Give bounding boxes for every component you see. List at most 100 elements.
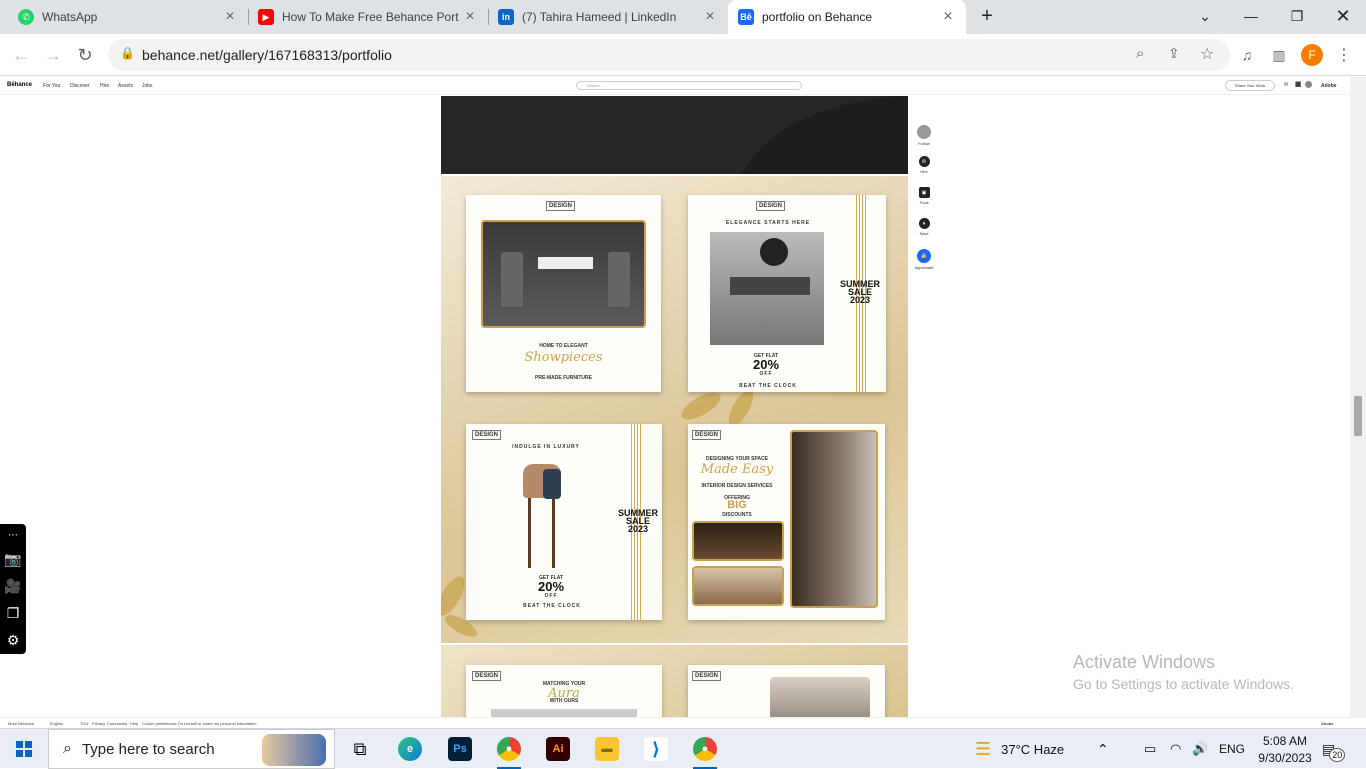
minimize-button[interactable]: — <box>1228 0 1274 32</box>
tab-search-button[interactable]: ⌄ <box>1182 0 1228 32</box>
footer-link[interactable]: Privacy <box>92 721 105 726</box>
chrome-profile-icon[interactable]: ● <box>681 729 729 769</box>
zoom-icon[interactable]: ⌕ <box>1136 45 1144 62</box>
nav-hire[interactable]: Hire <box>100 83 109 89</box>
scrollbar-thumb[interactable] <box>1354 396 1362 436</box>
activate-subtitle: Go to Settings to activate Windows. <box>1073 676 1294 692</box>
camera-icon[interactable]: 📷 <box>0 546 26 573</box>
file-explorer-icon[interactable]: ▬ <box>583 729 631 769</box>
interior-post-card[interactable]: DESIGN <box>688 665 885 717</box>
footer-link[interactable]: TOU <box>80 721 88 726</box>
windows-taskbar: ⌕ Type here to search ⧉ e Ps ● Ai ▬ ⟩ ● … <box>0 728 1366 769</box>
close-icon[interactable]: × <box>222 8 238 26</box>
behance-logo[interactable]: Bēhance <box>7 82 32 88</box>
page-scrollbar[interactable] <box>1350 77 1366 717</box>
clock[interactable]: 5:08 AM 9/30/2023 <box>1254 729 1316 769</box>
notifications-icon[interactable]: ⬛ <box>1295 82 1301 88</box>
nav-for-you[interactable]: For You <box>43 83 60 89</box>
profile-avatar[interactable]: F <box>1299 42 1325 68</box>
living-room-photo <box>692 566 784 606</box>
discounts-text: DISCOUNTS <box>722 512 752 518</box>
reload-button[interactable]: ↻ <box>72 42 98 68</box>
behance-search-input[interactable]: Search... <box>576 81 802 90</box>
nav-jobs[interactable]: Jobs <box>142 83 153 89</box>
back-button[interactable]: ← <box>8 42 34 68</box>
brand-logo: DESIGN <box>472 430 502 440</box>
chair-sale-card[interactable]: DESIGN INDULGE IN LUXURY SUMMER SALE 202… <box>466 424 662 620</box>
weather-widget[interactable]: ☰ 37°C Haze <box>975 729 1064 769</box>
bookmark-star-icon[interactable]: ☆ <box>1200 44 1214 64</box>
sale-post-card[interactable]: DESIGN ELEGANCE STARTS HERE SUMMER SALE … <box>688 195 886 392</box>
chrome-icon[interactable]: ● <box>485 729 533 769</box>
nav-discover[interactable]: Discover <box>70 83 89 89</box>
tab-title: portfolio on Behance <box>762 10 873 24</box>
notification-center-button[interactable]: ▤ 20 <box>1322 729 1351 769</box>
tab-behance[interactable]: Bē portfolio on Behance × <box>728 0 966 34</box>
beat-the-clock-text: BEAT THE CLOCK <box>739 383 797 389</box>
start-button[interactable] <box>0 729 48 769</box>
browser-toolbar: ← → ↻ 🔒 behance.net/gallery/167168313/po… <box>0 34 1366 76</box>
card-line-2: PRE-MADE FURNITURE <box>535 375 592 381</box>
save-button[interactable]: ▾ Save <box>914 218 934 249</box>
furniture-post-card[interactable]: DESIGN HOME TO ELEGANT Showpieces PRE-MA… <box>466 195 661 392</box>
photoshop-icon[interactable]: Ps <box>436 729 484 769</box>
windows-icon[interactable]: ❐ <box>0 600 26 627</box>
address-bar[interactable]: 🔒 behance.net/gallery/167168313/portfoli… <box>108 39 1230 71</box>
edge-icon[interactable]: e <box>386 729 434 769</box>
tab-title: How To Make Free Behance Port <box>282 10 459 24</box>
vscode-icon[interactable]: ⟩ <box>632 729 680 769</box>
mail-icon[interactable]: ✉ <box>1284 82 1288 88</box>
follow-button[interactable]: Follow <box>914 125 934 156</box>
tools-button[interactable]: ▣ Tools <box>914 187 934 218</box>
close-window-button[interactable]: ✕ <box>1320 0 1366 32</box>
share-icon[interactable]: ⇪ <box>1168 45 1180 62</box>
restore-button[interactable]: ❐ <box>1274 0 1320 32</box>
menu-kebab-icon[interactable]: ⋮ <box>1331 42 1357 68</box>
appreciate-button[interactable]: 👍 Appreciate <box>914 249 934 280</box>
show-hidden-icons-button[interactable]: ⌃ <box>1097 729 1109 769</box>
adobe-logo[interactable]: Adobe <box>1321 83 1337 89</box>
aura-post-card[interactable]: DESIGN MATCHING YOUR Aura WITH OURS <box>466 665 662 717</box>
nav-assets[interactable]: Assets <box>118 83 133 89</box>
interior-design-card[interactable]: DESIGN DESIGNING YOUR SPACE Made Easy IN… <box>688 424 885 620</box>
adobe-logo[interactable]: Adobe <box>1321 721 1333 726</box>
close-icon[interactable]: × <box>702 8 718 26</box>
footer-link[interactable]: Cookie preferences <box>142 721 177 726</box>
search-icon: ⌕ <box>63 740 72 757</box>
forward-button[interactable]: → <box>40 42 66 68</box>
beat-the-clock-text: BEAT THE CLOCK <box>523 603 581 609</box>
task-view-icon[interactable]: ⧉ <box>336 729 384 769</box>
volume-icon[interactable]: 🔊 <box>1192 729 1208 769</box>
dining-table-photo <box>481 220 646 328</box>
user-avatar[interactable] <box>1305 81 1312 88</box>
tab-youtube[interactable]: ▶ How To Make Free Behance Port × <box>248 0 488 34</box>
side-panel-icon[interactable]: ▥ <box>1266 42 1292 68</box>
video-camera-icon[interactable]: 🎥 <box>0 573 26 600</box>
battery-icon[interactable]: ▭ <box>1144 729 1156 769</box>
tab-linkedin[interactable]: in (7) Tahira Hameed | LinkedIn × <box>488 0 728 34</box>
footer-link[interactable]: Do not sell or share my personal informa… <box>178 721 256 726</box>
browser-tab-strip: ✆ WhatsApp × ▶ How To Make Free Behance … <box>0 0 1366 34</box>
language-indicator[interactable]: ENG <box>1219 729 1245 769</box>
tab-title: WhatsApp <box>42 10 98 24</box>
close-icon[interactable]: × <box>462 8 478 26</box>
tab-whatsapp[interactable]: ✆ WhatsApp × <box>8 0 248 34</box>
share-your-work-button[interactable]: Share Your Work <box>1225 80 1275 91</box>
illustrator-icon[interactable]: Ai <box>534 729 582 769</box>
footer-link[interactable]: More Behance <box>8 721 34 726</box>
notification-count: 20 <box>1329 748 1346 762</box>
gear-icon[interactable]: ⚙ <box>0 627 26 654</box>
behance-navbar: Bēhance For You Discover Hire Assets Job… <box>0 77 1350 95</box>
footer-link[interactable]: English <box>50 721 63 726</box>
media-control-icon[interactable]: ♫ <box>1234 42 1260 68</box>
hire-button[interactable]: ✉ Hire <box>914 156 934 187</box>
more-options-icon[interactable]: ⋯ <box>0 524 26 546</box>
wifi-icon[interactable]: ◠ <box>1170 729 1181 769</box>
taskbar-search-box[interactable]: ⌕ Type here to search <box>48 729 335 769</box>
footer-link[interactable]: Community <box>107 721 127 726</box>
footer-link[interactable]: Help <box>130 721 138 726</box>
close-icon[interactable]: × <box>940 8 956 26</box>
console-table-photo <box>710 232 824 345</box>
new-tab-button[interactable]: + <box>964 0 1010 32</box>
search-highlight-image <box>262 734 326 766</box>
